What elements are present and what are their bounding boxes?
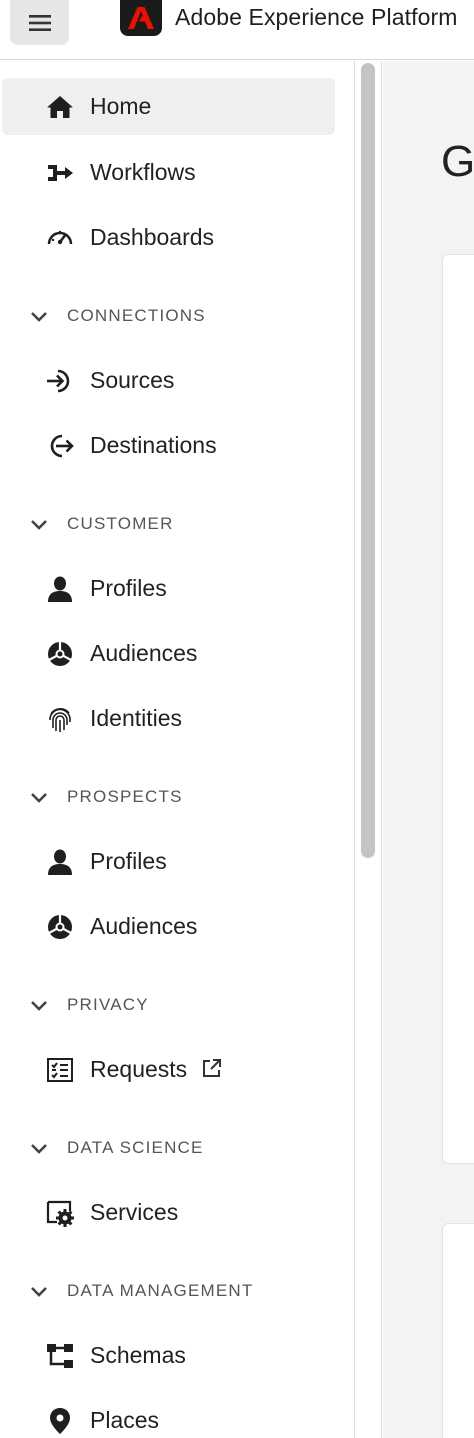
sidebar-item-label: Schemas [90,1342,186,1368]
adobe-logo-icon [128,7,154,29]
sidebar-item-prospect-profiles[interactable]: Profiles [2,833,335,890]
section-title: CONNECTIONS [67,306,206,325]
section-connections-toggle[interactable]: CONNECTIONS [2,296,335,336]
sidebar-item-label: Destinations [90,432,217,458]
adobe-logo[interactable] [120,0,162,36]
chevron-down-icon [31,793,47,803]
hamburger-icon [28,14,51,31]
workflow-icon [44,157,76,189]
sidebar-item-destinations[interactable]: Destinations [2,417,335,474]
sidebar-item-dashboards[interactable]: Dashboards [2,209,335,266]
sidebar-item-sources[interactable]: Sources [2,352,335,409]
page-title: G [441,137,474,186]
section-data-science-toggle[interactable]: DATA SCIENCE [2,1128,335,1168]
sidebar-item-label: Services [90,1199,179,1225]
sidebar-item-services[interactable]: Services [2,1184,335,1241]
sidebar-item-identities[interactable]: Identities [2,690,335,747]
sidebar-scrollbar-thumb[interactable] [361,63,375,858]
sign-out-icon [44,430,76,462]
sidebar-item-label: Identities [90,705,183,731]
section-title: DATA MANAGEMENT [67,1281,254,1300]
external-link-icon [203,1058,221,1077]
sidebar-item-workflows[interactable]: Workflows [2,144,335,201]
sidebar-item-label: Sources [90,367,175,393]
section-title: DATA SCIENCE [67,1138,204,1157]
chevron-down-icon [31,1144,47,1154]
fingerprint-icon [44,703,76,735]
section-privacy-toggle[interactable]: PRIVACY [2,985,335,1025]
checklist-icon [44,1054,76,1086]
sidebar-item-label: Dashboards [90,224,215,250]
audience-icon [44,638,76,670]
sidebar-item-label: Home [90,93,152,119]
chevron-down-icon [31,312,47,322]
sidebar-item-prospect-audiences[interactable]: Audiences [2,898,335,955]
sidebar-item-label: Profiles [90,575,167,601]
section-title: CUSTOMER [67,514,174,533]
section-title: PRIVACY [67,995,149,1014]
main-content: G [383,61,474,1438]
app-title[interactable]: Adobe Experience Platform [175,4,458,31]
user-icon [44,846,76,878]
section-prospects-toggle[interactable]: PROSPECTS [2,777,335,817]
sidebar-item-label: Places [90,1407,160,1433]
content-card [442,1223,474,1438]
sidebar-item-places[interactable]: Places [2,1392,335,1438]
sidebar-item-home[interactable]: Home [2,78,335,135]
location-pin-icon [44,1405,76,1437]
chevron-down-icon [31,1287,47,1297]
chevron-down-icon [31,520,47,530]
section-customer-toggle[interactable]: CUSTOMER [2,504,335,544]
gauge-icon [44,222,76,254]
service-gear-icon [44,1197,76,1229]
content-card [442,254,474,1164]
top-bar: Adobe Experience Platform [0,0,474,60]
chevron-down-icon [31,1001,47,1011]
sidebar-item-label: Audiences [90,640,198,666]
sidebar-item-label: Requests [90,1056,188,1082]
sign-in-icon [44,365,76,397]
sidebar-item-customer-profiles[interactable]: Profiles [2,560,335,617]
audience-icon [44,911,76,943]
home-icon [44,91,76,123]
schema-icon [44,1340,76,1372]
sidebar-item-label: Profiles [90,848,167,874]
sidebar-item-schemas[interactable]: Schemas [2,1327,335,1384]
section-data-management-toggle[interactable]: DATA MANAGEMENT [2,1271,335,1311]
section-title: PROSPECTS [67,787,183,806]
sidebar-item-label: Audiences [90,913,198,939]
sidebar-item-requests[interactable]: Requests [2,1041,335,1098]
sidebar-item-label: Workflows [90,159,196,185]
hamburger-menu-button[interactable] [10,0,69,45]
sidebar-item-customer-audiences[interactable]: Audiences [2,625,335,682]
user-icon [44,573,76,605]
